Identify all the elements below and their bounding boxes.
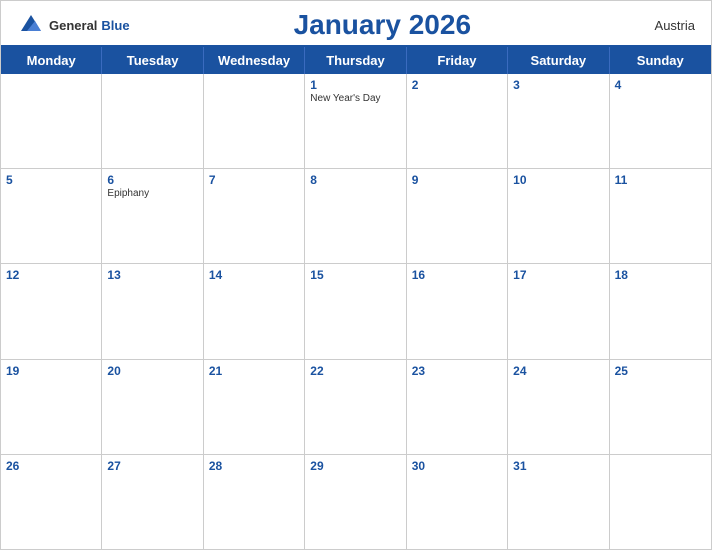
day-cell-empty bbox=[610, 455, 711, 549]
holiday-label: Epiphany bbox=[107, 188, 197, 199]
day-cell-16: 16 bbox=[407, 264, 508, 358]
day-number: 24 bbox=[513, 364, 603, 378]
day-cell-28: 28 bbox=[204, 455, 305, 549]
day-number: 10 bbox=[513, 173, 603, 187]
day-number: 8 bbox=[310, 173, 400, 187]
weeks-area: 1New Year's Day23456Epiphany789101112131… bbox=[1, 74, 711, 549]
day-cell-6: 6Epiphany bbox=[102, 169, 203, 263]
month-title: January 2026 bbox=[130, 9, 635, 41]
logo-area: General Blue bbox=[17, 11, 130, 39]
day-number: 23 bbox=[412, 364, 502, 378]
day-number: 27 bbox=[107, 459, 197, 473]
header-cell-friday: Friday bbox=[407, 47, 508, 74]
day-number: 17 bbox=[513, 268, 603, 282]
day-cell-20: 20 bbox=[102, 360, 203, 454]
day-cell-18: 18 bbox=[610, 264, 711, 358]
day-cell-2: 2 bbox=[407, 74, 508, 168]
day-cell-24: 24 bbox=[508, 360, 609, 454]
day-number: 4 bbox=[615, 78, 706, 92]
week-row-1: 56Epiphany7891011 bbox=[1, 169, 711, 264]
week-row-3: 19 20 21 22 23 24 25 bbox=[1, 360, 711, 455]
calendar-grid: MondayTuesdayWednesdayThursdayFridaySatu… bbox=[1, 45, 711, 549]
day-number: 14 bbox=[209, 268, 299, 282]
generalblue-icon bbox=[17, 11, 45, 39]
day-cell-17: 17 bbox=[508, 264, 609, 358]
day-cell-31: 31 bbox=[508, 455, 609, 549]
header-cell-tuesday: Tuesday bbox=[102, 47, 203, 74]
day-number: 18 bbox=[615, 268, 706, 282]
day-cell-19: 19 bbox=[1, 360, 102, 454]
week-row-0: 1New Year's Day 234 bbox=[1, 74, 711, 169]
header-cell-saturday: Saturday bbox=[508, 47, 609, 74]
day-cell-27: 27 bbox=[102, 455, 203, 549]
day-cell-30: 30 bbox=[407, 455, 508, 549]
day-cell-3: 3 bbox=[508, 74, 609, 168]
day-cell-10: 10 bbox=[508, 169, 609, 263]
day-cell-23: 23 bbox=[407, 360, 508, 454]
day-number: 19 bbox=[6, 364, 96, 378]
week-row-4: 26 27 28 29 30 31 bbox=[1, 455, 711, 549]
calendar: General Blue January 2026 Austria Monday… bbox=[0, 0, 712, 550]
day-number: 11 bbox=[615, 173, 706, 187]
day-cell-7: 7 bbox=[204, 169, 305, 263]
day-number: 28 bbox=[209, 459, 299, 473]
top-bar: General Blue January 2026 Austria bbox=[1, 1, 711, 45]
day-cell-1: 1New Year's Day bbox=[305, 74, 406, 168]
logo-general: General bbox=[49, 18, 97, 33]
day-cell-4: 4 bbox=[610, 74, 711, 168]
day-number: 15 bbox=[310, 268, 400, 282]
day-number: 5 bbox=[6, 173, 96, 187]
day-cell-15: 15 bbox=[305, 264, 406, 358]
logo-text: General Blue bbox=[17, 11, 130, 39]
day-cell-26: 26 bbox=[1, 455, 102, 549]
day-cell-25: 25 bbox=[610, 360, 711, 454]
day-cell-21: 21 bbox=[204, 360, 305, 454]
country-label: Austria bbox=[635, 18, 695, 33]
day-cell-22: 22 bbox=[305, 360, 406, 454]
day-number: 12 bbox=[6, 268, 96, 282]
day-number: 29 bbox=[310, 459, 400, 473]
day-number: 20 bbox=[107, 364, 197, 378]
day-number: 7 bbox=[209, 173, 299, 187]
day-cell-29: 29 bbox=[305, 455, 406, 549]
day-cell-13: 13 bbox=[102, 264, 203, 358]
day-number: 25 bbox=[615, 364, 706, 378]
day-cell-11: 11 bbox=[610, 169, 711, 263]
header-cell-wednesday: Wednesday bbox=[204, 47, 305, 74]
day-cell-12: 12 bbox=[1, 264, 102, 358]
logo-blue: Blue bbox=[101, 18, 129, 33]
day-number: 9 bbox=[412, 173, 502, 187]
header-cell-monday: Monday bbox=[1, 47, 102, 74]
day-number: 21 bbox=[209, 364, 299, 378]
holiday-label: New Year's Day bbox=[310, 93, 400, 104]
weekday-header-row: MondayTuesdayWednesdayThursdayFridaySatu… bbox=[1, 47, 711, 74]
day-cell-8: 8 bbox=[305, 169, 406, 263]
day-number: 16 bbox=[412, 268, 502, 282]
day-number: 3 bbox=[513, 78, 603, 92]
day-number: 2 bbox=[412, 78, 502, 92]
day-number: 22 bbox=[310, 364, 400, 378]
day-number: 13 bbox=[107, 268, 197, 282]
day-number: 26 bbox=[6, 459, 96, 473]
day-number: 31 bbox=[513, 459, 603, 473]
day-cell-empty bbox=[102, 74, 203, 168]
day-number: 6 bbox=[107, 173, 197, 187]
header-cell-thursday: Thursday bbox=[305, 47, 406, 74]
day-number: 1 bbox=[310, 78, 400, 92]
day-cell-empty bbox=[1, 74, 102, 168]
day-cell-14: 14 bbox=[204, 264, 305, 358]
day-cell-9: 9 bbox=[407, 169, 508, 263]
day-cell-5: 5 bbox=[1, 169, 102, 263]
week-row-2: 12 13 14 15 16 17 18 bbox=[1, 264, 711, 359]
day-cell-empty bbox=[204, 74, 305, 168]
header-cell-sunday: Sunday bbox=[610, 47, 711, 74]
day-number: 30 bbox=[412, 459, 502, 473]
